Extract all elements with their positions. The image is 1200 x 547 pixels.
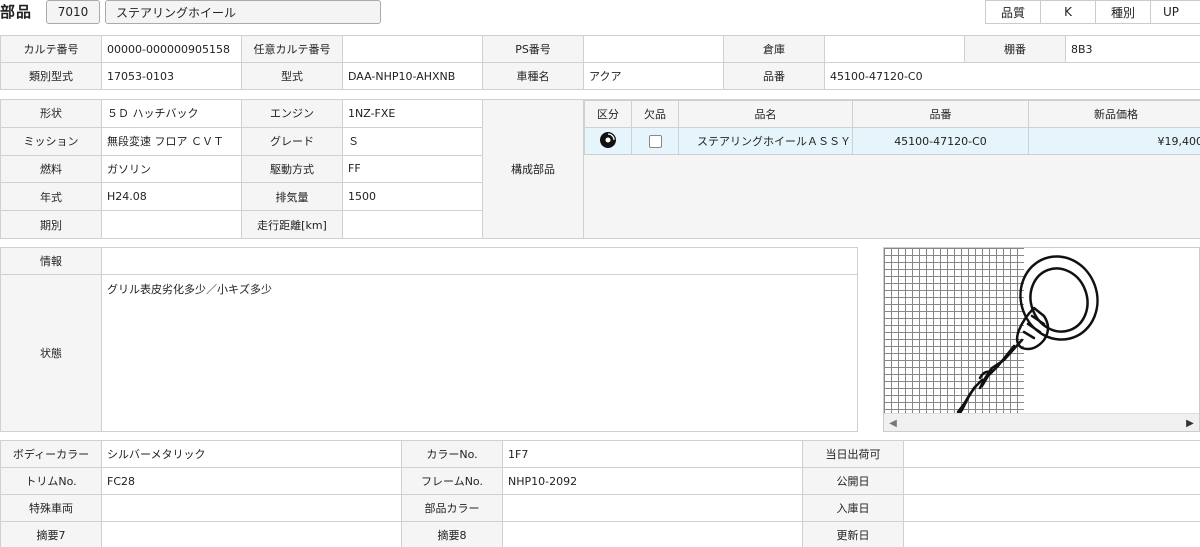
spec-value (342, 210, 483, 239)
info-table: 情報 状態 グリル表皮劣化多少／小キズ多少 (0, 247, 858, 432)
part-number-cell: 45100-47120-C0 (852, 127, 1029, 155)
shelf-value: 8B3 (1065, 35, 1200, 63)
detail-label: トリムNo. (0, 467, 102, 495)
detail-value (903, 521, 1200, 547)
spec-label: 走行距離[km] (241, 210, 343, 239)
karte-label: カルテ番号 (0, 35, 102, 63)
detail-label: 当日出荷可 (802, 440, 904, 468)
spec-label: 期別 (0, 210, 102, 239)
kind-label: 種別 (1095, 0, 1151, 24)
part-no-value: 45100-47120-C0 (824, 62, 1200, 90)
col-number: 品番 (852, 100, 1029, 128)
warehouse-label: 倉庫 (723, 35, 825, 63)
kind-value: UP (1150, 0, 1200, 24)
info-label: 情報 (0, 247, 102, 275)
car-label: 車種名 (482, 62, 584, 90)
ps-value (583, 35, 724, 63)
spec-value (101, 210, 242, 239)
part-name-cell: ステアリングホイールＡＳＳＹ (678, 127, 853, 155)
karte-value: 00000-000000905158 (101, 35, 242, 63)
class-value: 17053-0103 (101, 62, 242, 90)
detail-label: 摘要8 (401, 521, 503, 547)
steering-wheel-diagram-icon (956, 255, 1099, 415)
new-price-cell: ¥19,400 (1028, 127, 1200, 155)
spec-label: 年式 (0, 182, 102, 212)
detail-value: 1F7 (502, 440, 803, 468)
col-price: 新品価格 (1028, 100, 1200, 128)
detail-value (101, 494, 402, 522)
components-label: 構成部品 (482, 99, 584, 239)
detail-value (502, 521, 803, 547)
spec-label: ミッション (0, 126, 102, 156)
model-value: DAA-NHP10-AHXNB (342, 62, 483, 90)
spec-value: FF (342, 154, 483, 184)
part-image-viewer[interactable]: ◀ ▶ (883, 247, 1200, 432)
detail-value (903, 440, 1200, 468)
detail-value (101, 521, 402, 547)
spec-label: 形状 (0, 99, 102, 128)
spec-label: 燃料 (0, 154, 102, 184)
detail-label: 更新日 (802, 521, 904, 547)
model-label: 型式 (241, 62, 343, 90)
scroll-left-icon[interactable]: ◀ (884, 414, 902, 431)
detail-label: 摘要7 (0, 521, 102, 547)
spec-value: H24.08 (101, 182, 242, 212)
spec-label: 排気量 (241, 182, 343, 212)
ps-label: PS番号 (482, 35, 584, 63)
spec-value: 無段変速 フロア ＣＶＴ (101, 126, 242, 156)
shelf-label: 棚番 (964, 35, 1066, 63)
car-value: アクア (583, 62, 724, 90)
quality-label: 品質 (985, 0, 1041, 24)
part-name-field[interactable]: ステアリングホイール (105, 0, 381, 24)
col-name: 品名 (678, 100, 853, 128)
detail-value (502, 494, 803, 522)
detail-label: カラーNo. (401, 440, 503, 468)
spec-table: 形状 ５Ｄ ハッチバック エンジン 1NZ-FXE 構成部品 ミッション 無段変… (0, 99, 584, 239)
status-value: グリル表皮劣化多少／小キズ多少 (101, 274, 858, 432)
status-label: 状態 (0, 274, 102, 432)
quality-value: K (1040, 0, 1096, 24)
detail-label: 入庫日 (802, 494, 904, 522)
spec-value: ５Ｄ ハッチバック (101, 99, 242, 128)
missing-checkbox[interactable] (631, 127, 679, 155)
nkarte-label: 任意カルテ番号 (241, 35, 343, 63)
detail-label: 特殊車両 (0, 494, 102, 522)
nkarte-value (342, 35, 483, 63)
disc-icon (584, 127, 632, 155)
warehouse-value (824, 35, 965, 63)
part-code-field[interactable]: 7010 (46, 0, 100, 24)
detail-value: シルバーメタリック (101, 440, 402, 468)
spec-label: グレード (241, 126, 343, 156)
detail-label: フレームNo. (401, 467, 503, 495)
scroll-right-icon[interactable]: ▶ (1181, 414, 1199, 431)
table-row[interactable]: ステアリングホイールＡＳＳＹ 45100-47120-C0 ¥19,400 (584, 127, 1200, 155)
components-table: 区分 欠品 品名 品番 新品価格 ステアリングホイールＡＳＳＹ 45100-47… (584, 100, 1200, 155)
detail-label: 部品カラー (401, 494, 503, 522)
vehicle-detail-table: ボディーカラー シルバーメタリック カラーNo. 1F7 当日出荷可 トリムNo… (0, 440, 1200, 547)
spec-value: ガソリン (101, 154, 242, 184)
components-panel: 区分 欠品 品名 品番 新品価格 ステアリングホイールＡＳＳＹ 45100-47… (583, 99, 1200, 239)
spec-value: 1500 (342, 182, 483, 212)
basic-info-table: カルテ番号 00000-000000905158 任意カルテ番号 PS番号 倉庫… (0, 35, 1200, 90)
spec-label: 駆動方式 (241, 154, 343, 184)
spec-label: エンジン (241, 99, 343, 128)
detail-label: 公開日 (802, 467, 904, 495)
detail-value: FC28 (101, 467, 402, 495)
image-scrollbar[interactable]: ◀ ▶ (884, 413, 1199, 431)
detail-label: ボディーカラー (0, 440, 102, 468)
col-kind: 区分 (584, 100, 632, 128)
detail-value (903, 467, 1200, 495)
class-label: 類別型式 (0, 62, 102, 90)
part-no-label: 品番 (723, 62, 825, 90)
info-value (101, 247, 858, 275)
spec-value: Ｓ (342, 126, 483, 156)
col-missing: 欠品 (631, 100, 679, 128)
spec-value: 1NZ-FXE (342, 99, 483, 128)
page-title: 部品 (0, 3, 33, 21)
detail-value: NHP10-2092 (502, 467, 803, 495)
detail-value (903, 494, 1200, 522)
